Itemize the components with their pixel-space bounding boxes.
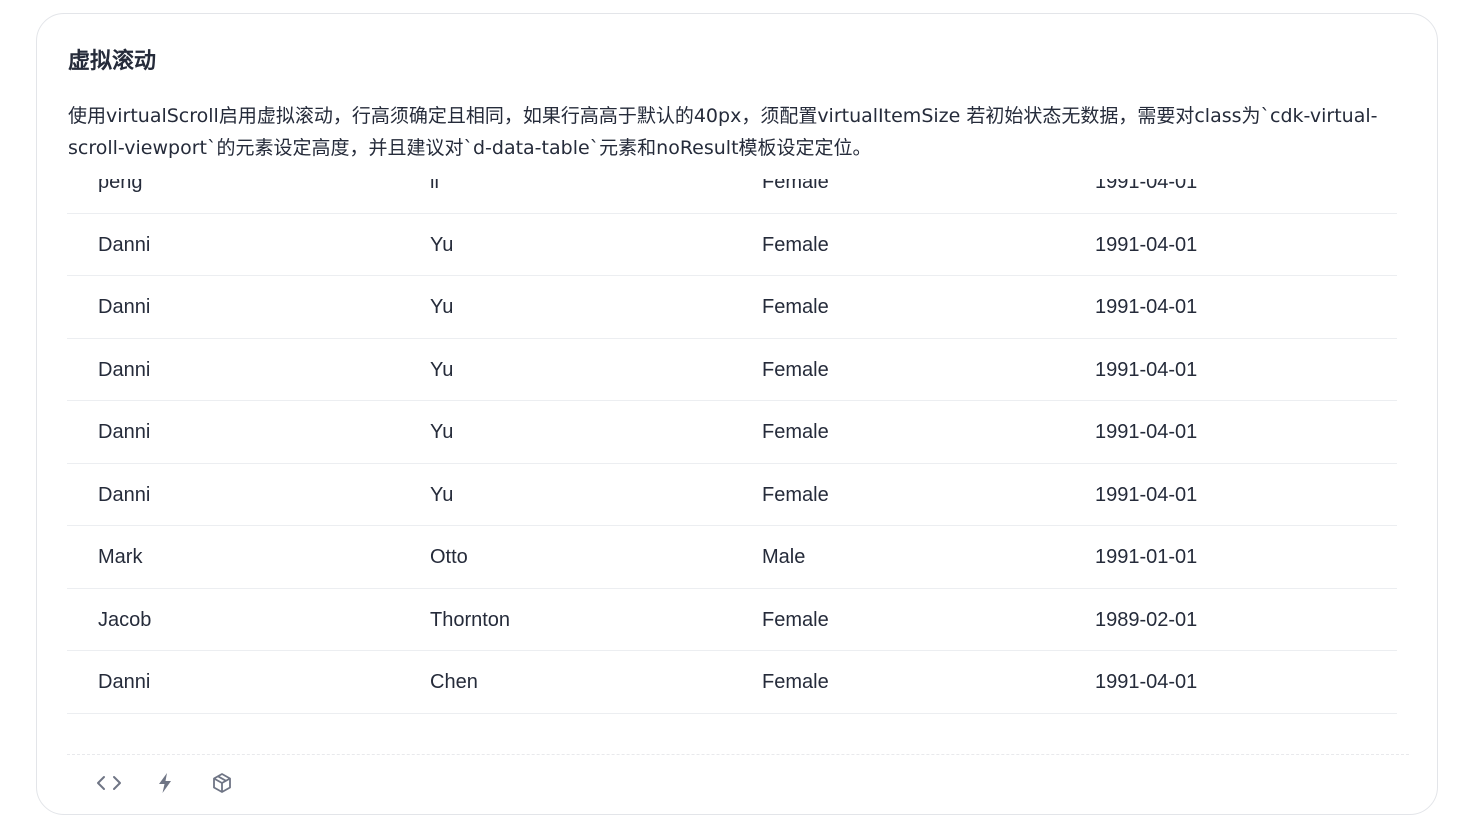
cell-gender: Female	[762, 671, 829, 693]
cell-last-name: Otto	[430, 546, 468, 568]
cell-gender: Female	[762, 179, 829, 193]
cell-first-name: Danni	[98, 483, 151, 506]
table-row[interactable]: Danni Yu Female 1991-04-01	[67, 464, 1397, 526]
cell-last-name: Chen	[430, 671, 478, 693]
cell-first-name: Danni	[98, 296, 151, 318]
cell-last-name: Yu	[430, 233, 454, 256]
cell-first-name: Jacob	[98, 608, 152, 631]
cell-last-name: li	[430, 179, 439, 193]
view-code-button[interactable]	[95, 769, 123, 797]
codesandbox-button[interactable]	[208, 769, 236, 797]
demo-card: 虚拟滚动 使用virtualScroll启用虚拟滚动，行高须确定且相同，如果行高…	[36, 13, 1438, 815]
cell-gender: Female	[762, 483, 829, 506]
table-row[interactable]: Jacob Thornton Female 1989-02-01	[67, 589, 1397, 651]
cell-first-name: peng	[98, 179, 143, 193]
cell-last-name: Yu	[430, 421, 454, 443]
cell-last-name: Yu	[430, 358, 454, 381]
table-row[interactable]: Danni Chen Female 1991-04-01	[67, 651, 1397, 714]
cell-dob: 1989-02-01	[1095, 608, 1198, 631]
demo-title: 虚拟滚动	[68, 49, 157, 74]
cell-dob: 1991-04-01	[1095, 179, 1198, 193]
cell-first-name: Danni	[98, 421, 151, 443]
cell-dob: 1991-01-01	[1095, 546, 1198, 568]
lightning-icon	[156, 772, 174, 794]
table-row[interactable]: Danni Yu Female 1991-04-01	[67, 276, 1397, 339]
table-row[interactable]: Danni Yu Female 1991-04-01	[67, 214, 1397, 276]
cell-dob: 1991-04-01	[1095, 233, 1198, 256]
cell-gender: Male	[762, 546, 806, 568]
cell-first-name: Mark	[98, 546, 143, 568]
cell-first-name: Danni	[98, 233, 151, 256]
table-row[interactable]: Mark Otto Male 1991-01-01	[67, 526, 1397, 589]
cell-dob: 1991-04-01	[1095, 358, 1198, 381]
demo-toolbar	[67, 754, 1409, 814]
cell-first-name: Danni	[98, 671, 151, 693]
table-row[interactable]: Danni Yu Female 1991-04-01	[67, 401, 1397, 464]
cell-gender: Female	[762, 296, 829, 318]
code-icon	[96, 775, 122, 791]
table-body: peng li Female 1991-04-01 Danni Yu Female 1991-…	[67, 179, 1397, 714]
cell-last-name: Yu	[430, 483, 454, 506]
table-row[interactable]: peng li Female 1991-04-01	[67, 179, 1397, 214]
demo-description: 使用virtualScroll启用虚拟滚动，行高须确定且相同，如果行高高于默认的…	[68, 105, 1378, 159]
cell-dob: 1991-04-01	[1095, 296, 1198, 318]
cell-gender: Female	[762, 608, 829, 631]
table-row[interactable]: Danni Yu Female 1991-04-01	[67, 339, 1397, 401]
cell-dob: 1991-04-01	[1095, 671, 1198, 693]
virtual-scroll-viewport[interactable]: peng li Female 1991-04-01 Danni Yu Female 1991-…	[67, 179, 1397, 719]
stackblitz-button[interactable]	[151, 769, 179, 797]
cell-dob: 1991-04-01	[1095, 483, 1198, 506]
cube-icon	[211, 772, 233, 794]
cell-gender: Female	[762, 358, 829, 381]
cell-gender: Female	[762, 233, 829, 256]
cell-first-name: Danni	[98, 358, 151, 381]
cell-last-name: Yu	[430, 296, 454, 318]
cell-gender: Female	[762, 421, 829, 443]
cell-last-name: Thornton	[430, 608, 511, 631]
cell-dob: 1991-04-01	[1095, 421, 1198, 443]
